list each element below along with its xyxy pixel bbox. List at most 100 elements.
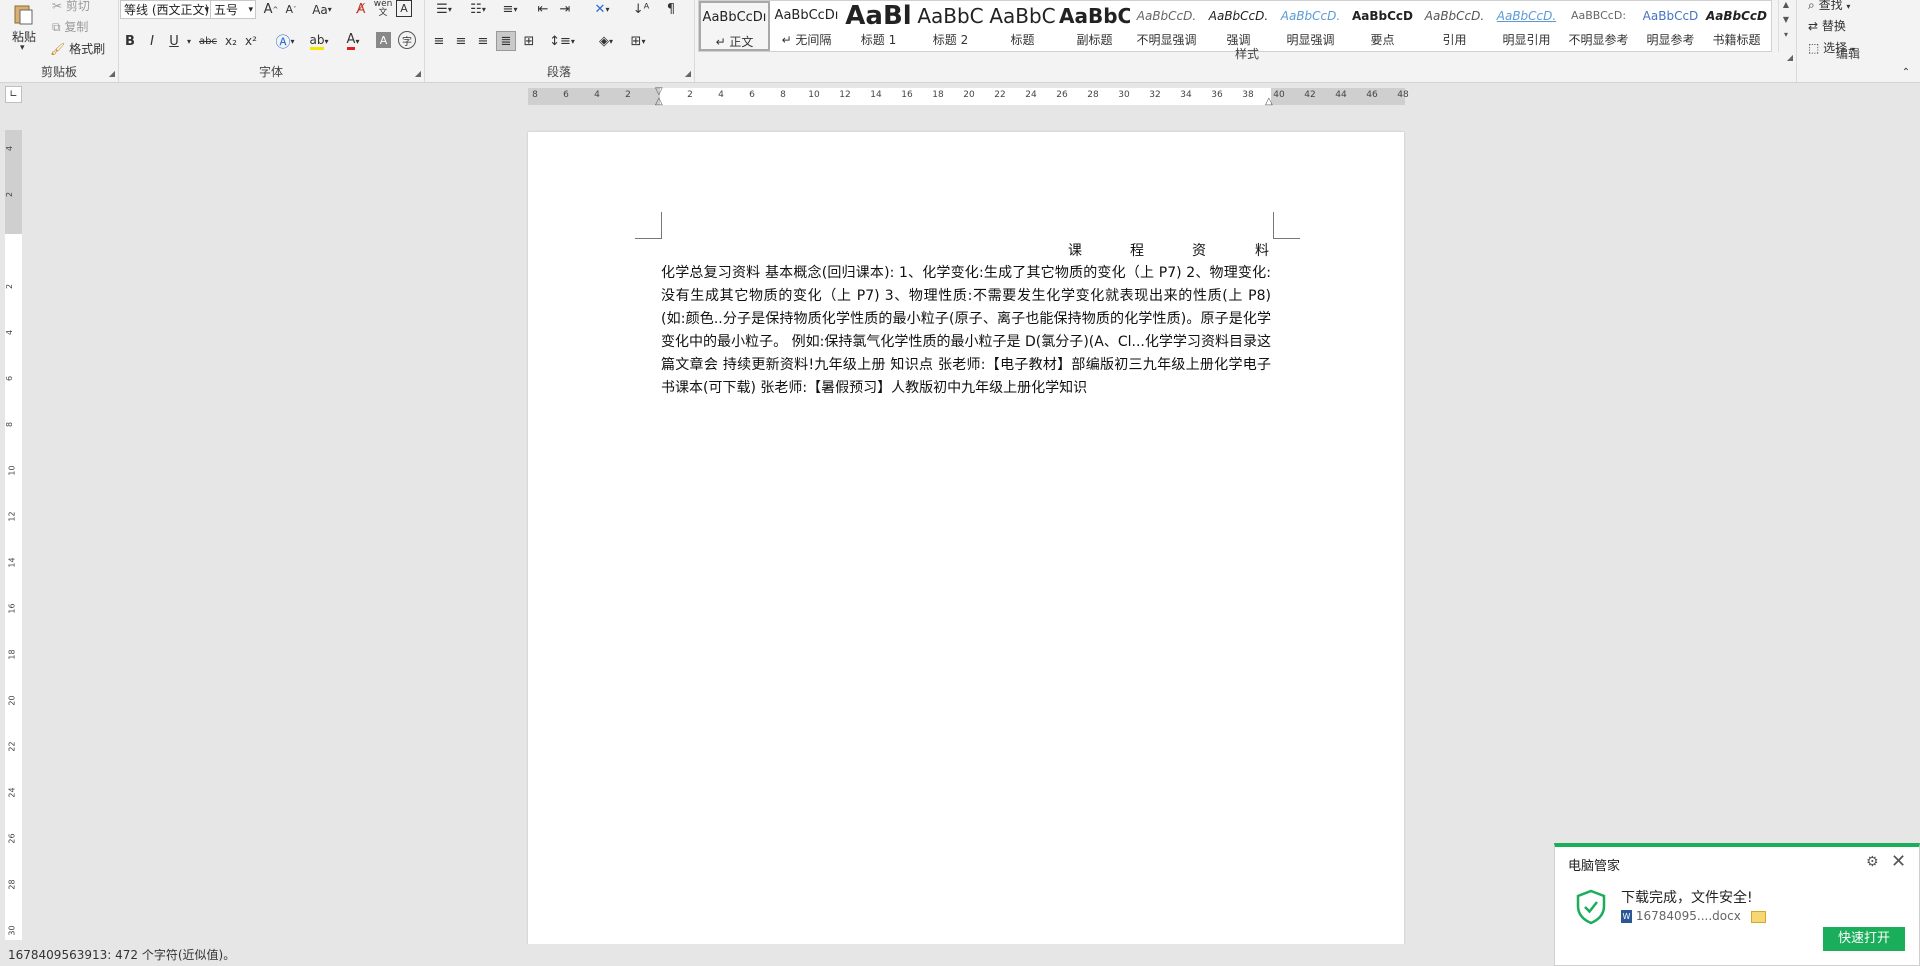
file-name: 16784095....docx (1635, 909, 1741, 923)
change-case-button[interactable]: Aa ▾ (308, 0, 336, 19)
folder-icon[interactable] (1750, 910, 1766, 923)
style-subtitle[interactable]: AaBbC 副标题 (1059, 1, 1130, 51)
underline-button[interactable]: U (166, 32, 182, 50)
chinese-layout-icon[interactable]: ✕ ▾ (588, 0, 616, 19)
ruler-number: 22 (994, 90, 1006, 100)
shading-icon[interactable]: ◈ ▾ (592, 32, 620, 50)
right-indent-marker-icon[interactable]: △ (1265, 96, 1273, 107)
styles-launcher-icon[interactable]: ◢ (1787, 53, 1793, 62)
vertical-ruler[interactable]: 4 2 2 4 6 8 10 12 14 16 18 20 22 24 26 28 30 (5, 130, 22, 940)
align-left-icon[interactable]: ≡ (430, 32, 448, 50)
font-color-button[interactable]: A ▾ (340, 31, 366, 51)
gear-icon[interactable]: ⚙ (1866, 854, 1879, 870)
style-preview: AaBBCcD: (1570, 9, 1627, 22)
italic-button[interactable]: I (144, 32, 160, 50)
ruler-number: 10 (808, 90, 820, 100)
style-strong[interactable]: AaBbCcD 要点 (1347, 1, 1418, 51)
chevron-down-icon[interactable]: ▼ (1779, 15, 1793, 24)
distributed-icon[interactable]: ⊞ (520, 32, 538, 50)
style-subtle-reference[interactable]: AaBBCcD: 不明显参考 (1563, 1, 1634, 51)
chevron-up-icon[interactable]: ▲ (1779, 0, 1793, 9)
align-center-icon[interactable]: ≡ (452, 32, 470, 50)
multilevel-list-icon[interactable]: ≡ ▾ (496, 0, 524, 19)
style-name: 明显强调 (1286, 33, 1335, 47)
strikethrough-button[interactable]: abc (198, 32, 218, 50)
close-icon[interactable]: ✕ (1891, 851, 1906, 872)
bold-button[interactable]: B (122, 32, 138, 50)
highlight-icon[interactable]: ab ▾ (306, 31, 332, 51)
subscript-button[interactable]: x₂ (222, 32, 240, 50)
horizontal-ruler[interactable]: ▽ △ △ 8 6 4 2 2 4 6 8 10 12 14 16 18 20 22 24 26 28 30 32 34… (528, 86, 1409, 107)
style-no-spacing[interactable]: AaBbCcDı ↵ 无间隔 (771, 1, 842, 51)
ruler-number: 28 (1087, 90, 1099, 100)
font-name-combo[interactable]: 等线 (西文正文) ▾ (120, 0, 212, 19)
justify-icon[interactable]: ≣ (496, 31, 516, 51)
ruler-number: 46 (1366, 90, 1378, 100)
quick-open-button[interactable]: 快速打开 (1823, 927, 1905, 951)
tab-selector-icon[interactable]: ∟ (5, 86, 22, 103)
document-body[interactable]: 化学总复习资料 基本概念(回归课本): 1、化学变化:生成了其它物质的变化（上 … (661, 262, 1271, 400)
paragraph-launcher-icon[interactable]: ◢ (685, 69, 691, 78)
phonetic-guide-button[interactable]: wén 文 (374, 0, 393, 20)
search-icon: ⌕ (1808, 0, 1815, 12)
font-size-combo[interactable]: 五号 ▾ (210, 0, 256, 19)
hanging-indent-marker-icon[interactable]: △ (655, 96, 663, 107)
copy-button[interactable]: ⧉ 复制 (52, 18, 88, 35)
increase-indent-icon[interactable]: ⇥ (556, 0, 574, 19)
superscript-button[interactable]: x² (242, 32, 260, 50)
style-name: ↵ 无间隔 (781, 33, 832, 47)
char-shading-icon[interactable]: A (376, 32, 391, 48)
style-heading-2[interactable]: AaBbC 标题 2 (915, 1, 986, 51)
format-painter-button[interactable]: 🖌 格式刷 (50, 40, 105, 57)
style-intense-reference[interactable]: AaBbCcD 明显参考 (1635, 1, 1706, 51)
ruler-number: 18 (7, 649, 17, 660)
style-intense-emphasis[interactable]: AaBbCcD. 明显强调 (1275, 1, 1346, 51)
ruler-number: 6 (5, 375, 15, 382)
ruler-number: 4 (5, 329, 15, 336)
align-right-icon[interactable]: ≡ (474, 32, 492, 50)
line-spacing-icon[interactable]: ↕≡ ▾ (548, 32, 576, 50)
collapse-ribbon-icon[interactable]: ⌃ (1898, 64, 1914, 80)
style-book-title[interactable]: AaBbCcD 书籍标题 (1701, 1, 1772, 51)
char-border-icon[interactable]: A (396, 0, 412, 17)
ruler-number: 16 (901, 90, 913, 100)
find-button[interactable]: ⌕ 查找 ▾ (1808, 0, 1850, 13)
change-case-icon: Aa (312, 2, 328, 17)
font-launcher-icon[interactable]: ◢ (415, 69, 421, 78)
clear-format-icon[interactable]: A̸ (352, 0, 370, 19)
style-intense-quote[interactable]: AaBbCcD. 明显引用 (1491, 1, 1562, 51)
ruler-number: 24 (1025, 90, 1037, 100)
status-text: 1678409563913: 472 个字符(近似值)。 (8, 948, 236, 962)
enclose-char-icon[interactable]: 字 (398, 31, 416, 49)
shrink-font-button[interactable]: Aˇ (282, 0, 300, 19)
grow-font-button[interactable]: A ^ (262, 0, 280, 19)
numbering-icon[interactable]: ☷ ▾ (464, 0, 492, 19)
style-subtle-emphasis[interactable]: AaBbCcD. 不明显强调 (1131, 1, 1202, 51)
bullets-icon[interactable]: ☰ ▾ (430, 0, 458, 19)
style-quote[interactable]: AaBbCcD. 引用 (1419, 1, 1490, 51)
sort-icon[interactable]: ↓ᴬ (632, 0, 650, 19)
show-marks-icon[interactable]: ¶ (662, 0, 680, 19)
style-emphasis[interactable]: AaBbCcD. 强调 (1203, 1, 1274, 51)
replace-button[interactable]: ⇄ 替换 (1808, 17, 1846, 34)
cut-button[interactable]: ✂ 剪切 (52, 0, 90, 14)
styles-scroll[interactable]: ▲ ▼ ▾ (1778, 0, 1793, 52)
style-heading-1[interactable]: AaBl 标题 1 (843, 1, 914, 51)
paste-icon[interactable] (10, 2, 36, 26)
more-icon[interactable]: ▾ (1779, 30, 1793, 39)
paragraph-label: 段落 (546, 65, 571, 79)
style-normal[interactable]: AaBbCcDı ↵ 正文 (699, 1, 770, 51)
notification-file[interactable]: W 16784095....docx (1621, 909, 1766, 923)
text-effects-icon[interactable]: Ⓐ ▾ (272, 31, 298, 51)
paste-dropdown-icon[interactable]: ▾ (20, 43, 25, 53)
style-name: 标题 2 (932, 33, 969, 47)
clipboard-launcher-icon[interactable]: ◢ (109, 69, 115, 78)
borders-icon[interactable]: ⊞ ▾ (624, 32, 652, 50)
underline-dropdown-icon[interactable]: ▾ (184, 32, 194, 50)
style-preview: AaBbCcD. (1424, 9, 1485, 23)
document-page[interactable]: 课 程 资 料 化学总复习资料 基本概念(回归课本): 1、化学变化:生成了其它物质的… (528, 132, 1404, 966)
style-title[interactable]: AaBbC 标题 (987, 1, 1058, 51)
style-name: 副标题 (1076, 33, 1113, 47)
decrease-indent-icon[interactable]: ⇤ (534, 0, 552, 19)
ruler-number: 14 (870, 90, 882, 100)
